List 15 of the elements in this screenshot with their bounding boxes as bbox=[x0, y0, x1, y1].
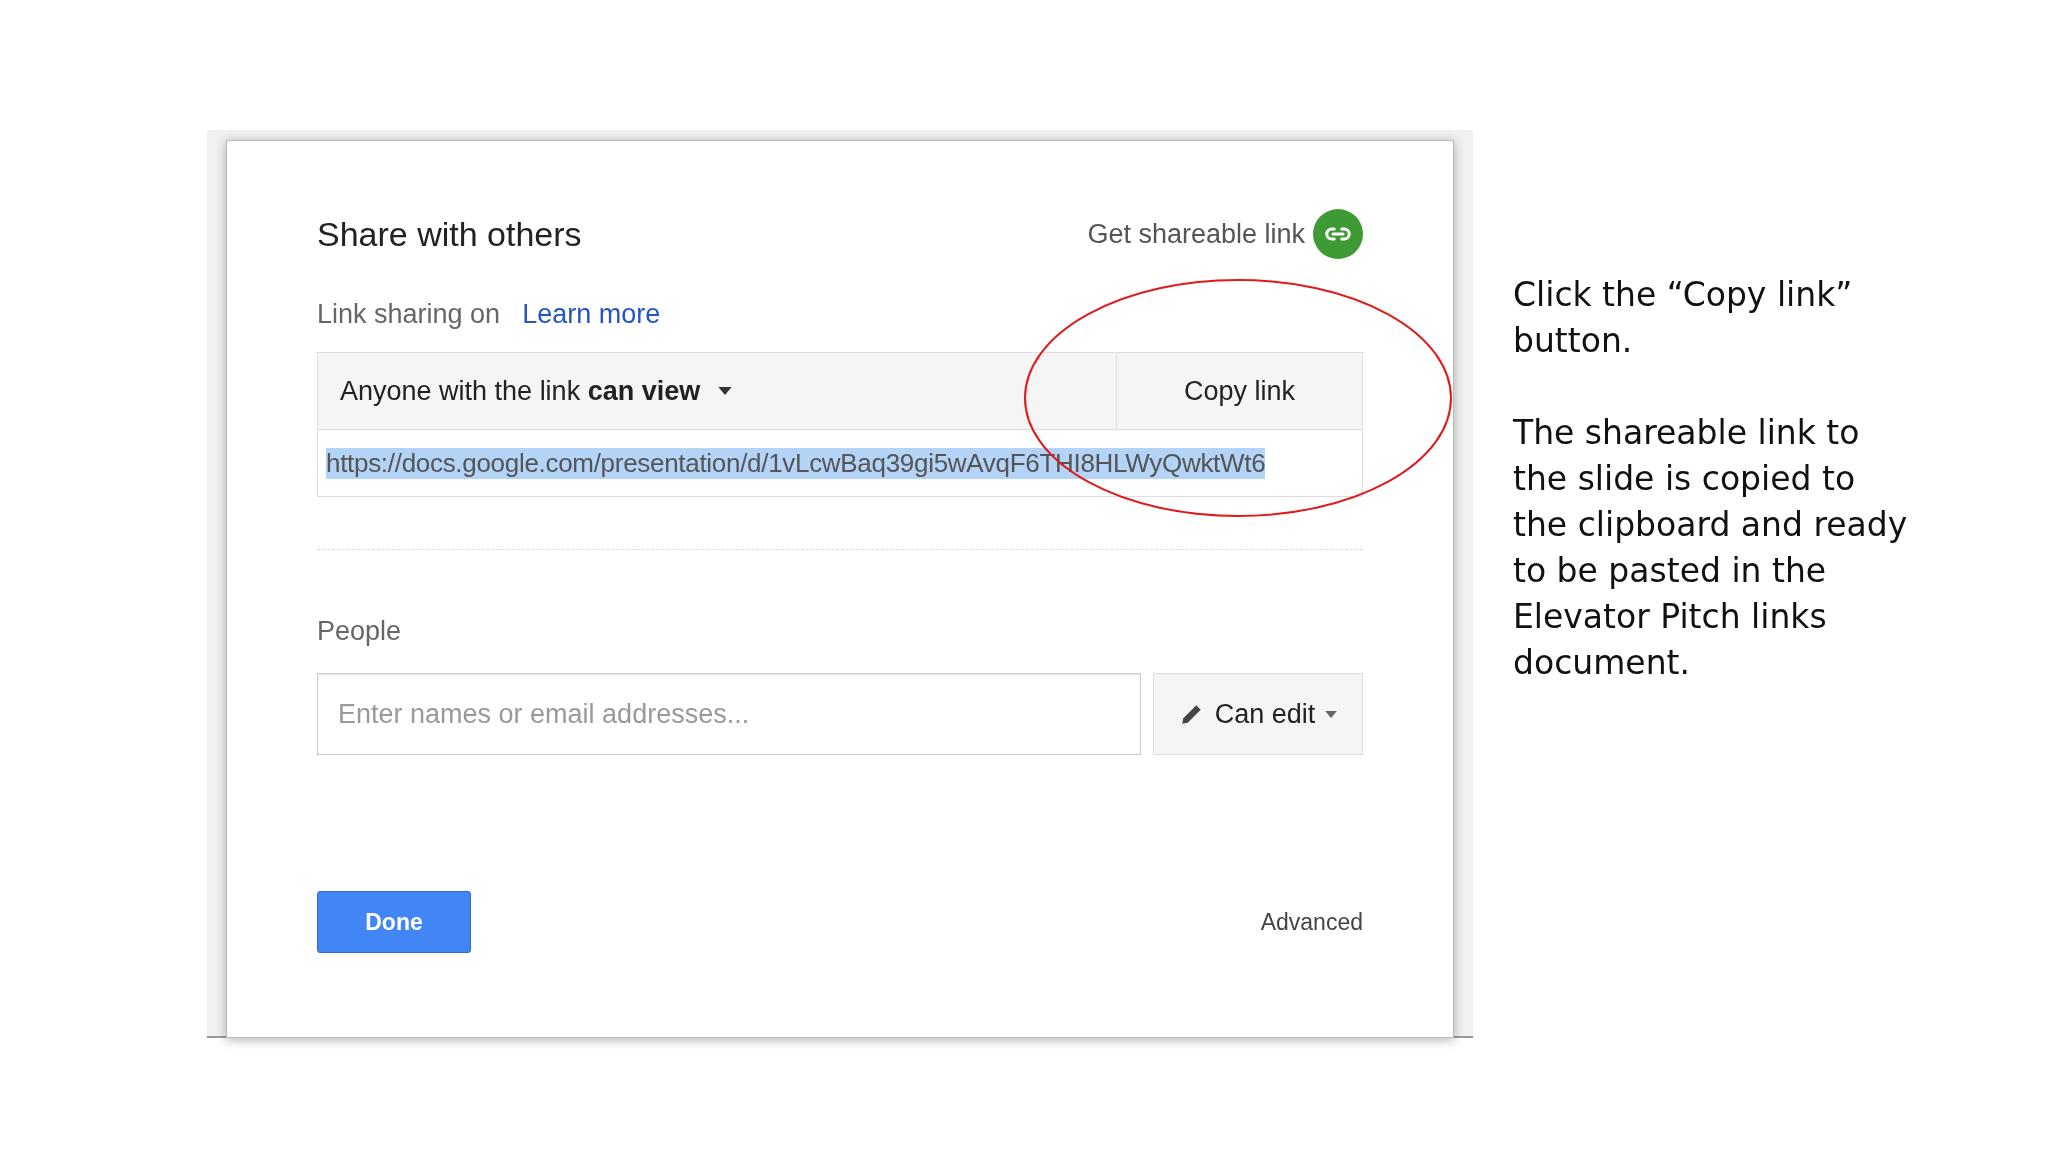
advanced-link[interactable]: Advanced bbox=[1260, 908, 1363, 936]
done-button[interactable]: Done bbox=[317, 891, 471, 953]
caret-icon bbox=[1325, 710, 1338, 718]
learn-more-link[interactable]: Learn more bbox=[522, 299, 661, 330]
link-toggle-icon[interactable] bbox=[1313, 209, 1363, 259]
link-sharing-status: Link sharing on bbox=[317, 299, 501, 330]
caret-icon bbox=[718, 387, 733, 395]
permission-dropdown[interactable]: Can edit bbox=[1153, 673, 1363, 755]
dialog-title: Share with others bbox=[317, 214, 582, 254]
people-input-field[interactable]: Enter names or email addresses... bbox=[317, 673, 1141, 755]
people-label: People bbox=[317, 616, 403, 647]
instruction-text: The shareable link to the slide is copied to the clipboard and ready to be pasted in the Elevator Pitch links document. bbox=[1513, 412, 1909, 684]
instruction-text: Click the “Copy link” button. bbox=[1513, 274, 1854, 362]
access-dropdown[interactable]: Anyone with the link can view bbox=[318, 353, 1116, 429]
get-shareable-link-label[interactable]: Get shareable link bbox=[1087, 218, 1305, 250]
